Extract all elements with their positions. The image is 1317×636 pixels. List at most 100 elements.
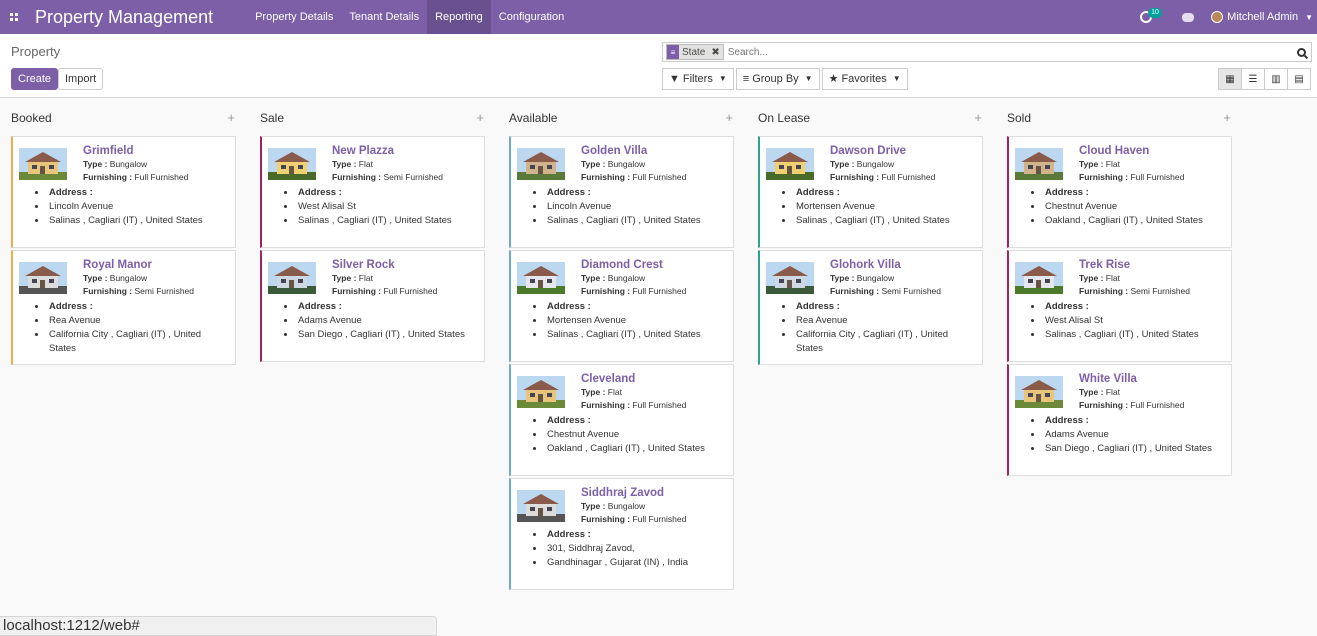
- list-view-icon[interactable]: ☰: [1241, 68, 1265, 90]
- property-card[interactable]: New Plazza Type : Flat Furnishing : Semi F…: [260, 136, 485, 248]
- property-card[interactable]: Siddhraj Zavod Type : Bungalow Furnishing …: [509, 478, 734, 590]
- quick-create-plus-icon[interactable]: +: [476, 110, 484, 125]
- group-by-button[interactable]: ≡ Group By ▼: [735, 68, 820, 90]
- property-name[interactable]: Cleveland: [581, 372, 727, 386]
- type-label: Type :: [830, 273, 855, 283]
- address-line: Adams Avenue: [296, 314, 478, 328]
- furnishing-label: Furnishing :: [830, 172, 880, 182]
- property-image: [268, 148, 316, 180]
- property-name[interactable]: Dawson Drive: [830, 144, 976, 158]
- address-line: Rea Avenue: [794, 314, 976, 328]
- property-name[interactable]: Golden Villa: [581, 144, 727, 158]
- type-value: Flat: [607, 387, 622, 397]
- address-line: Oakland , Cagliari (IT) , United States: [1043, 214, 1225, 228]
- create-button[interactable]: Create: [11, 68, 59, 90]
- type-label: Type :: [1079, 159, 1104, 169]
- property-name[interactable]: Silver Rock: [332, 258, 478, 272]
- kanban-column: Sale + New Plazza Type : Flat Furnishing : S…: [249, 99, 498, 592]
- address-label: Address :: [545, 528, 727, 542]
- property-card[interactable]: Cleveland Type : Flat Furnishing : Full Fu…: [509, 364, 734, 476]
- address-label: Address :: [296, 186, 478, 200]
- address-line: Salinas , Cagliari (IT) , United States: [545, 328, 727, 342]
- property-image: [766, 148, 814, 180]
- search-input[interactable]: [727, 46, 1293, 58]
- user-name: Mitchell Admin: [1227, 11, 1299, 23]
- property-card[interactable]: Grimfield Type : Bungalow Furnishing : Ful…: [11, 136, 236, 248]
- import-button[interactable]: Import: [58, 68, 104, 90]
- property-card[interactable]: Silver Rock Type : Flat Furnishing : Full …: [260, 250, 485, 362]
- app-title[interactable]: Property Management: [35, 7, 213, 28]
- facet-remove-icon[interactable]: ✖: [708, 47, 722, 58]
- kanban-view-icon[interactable]: ▦: [1218, 68, 1242, 90]
- property-name[interactable]: New Plazza: [332, 144, 478, 158]
- address-line: Salinas , Cagliari (IT) , United States: [296, 214, 478, 228]
- property-card[interactable]: White Villa Type : Flat Furnishing : Full …: [1007, 364, 1232, 476]
- property-type: Type : Bungalow: [83, 158, 229, 171]
- chat-icon[interactable]: [1182, 12, 1195, 22]
- address-line: San Diego , Cagliari (IT) , United State…: [1043, 442, 1225, 456]
- property-card[interactable]: Diamond Crest Type : Bungalow Furnishing :…: [509, 250, 734, 362]
- furnishing-label: Furnishing :: [1079, 286, 1129, 296]
- furnishing-value: Full Furnished: [632, 514, 687, 524]
- address-line: Adams Avenue: [1043, 428, 1225, 442]
- property-name[interactable]: Cloud Haven: [1079, 144, 1225, 158]
- address-line: Mortensen Avenue: [545, 314, 727, 328]
- furnishing-label: Furnishing :: [581, 400, 631, 410]
- filters-button[interactable]: ▼ Filters ▼: [662, 68, 734, 90]
- list-icon: ≡: [742, 73, 750, 85]
- property-name[interactable]: Royal Manor: [83, 258, 229, 272]
- furnishing-label: Furnishing :: [332, 286, 382, 296]
- type-value: Flat: [358, 273, 373, 283]
- property-card[interactable]: Cloud Haven Type : Flat Furnishing : Full …: [1007, 136, 1232, 248]
- menu-configuration[interactable]: Configuration: [491, 0, 572, 34]
- furnishing-value: Semi Furnished: [881, 286, 942, 296]
- address-label: Address :: [794, 186, 976, 200]
- caret-down-icon: ▼: [804, 74, 813, 83]
- type-label: Type :: [830, 159, 855, 169]
- property-name[interactable]: Siddhraj Zavod: [581, 486, 727, 500]
- property-furnishing: Furnishing : Full Furnished: [332, 285, 478, 298]
- furnishing-label: Furnishing :: [83, 172, 133, 182]
- furnishing-value: Full Furnished: [383, 286, 438, 296]
- property-type: Type : Flat: [332, 158, 478, 171]
- property-card[interactable]: Royal Manor Type : Bungalow Furnishing : S…: [11, 250, 236, 365]
- column-title: Sale: [260, 110, 285, 125]
- property-type: Type : Bungalow: [581, 272, 727, 285]
- activity-clock-icon[interactable]: 10: [1140, 7, 1166, 27]
- property-furnishing: Furnishing : Full Furnished: [83, 171, 229, 184]
- menu-property-details[interactable]: Property Details: [247, 0, 341, 34]
- property-card[interactable]: Glohork Villa Type : Bungalow Furnishing :…: [758, 250, 983, 365]
- property-furnishing: Furnishing : Semi Furnished: [1079, 285, 1225, 298]
- column-header: Sale +: [260, 99, 498, 136]
- address-line: 301, Siddhraj Zavod,: [545, 542, 727, 556]
- menu-tenant-details[interactable]: Tenant Details: [341, 0, 427, 34]
- search-icon[interactable]: [1293, 44, 1309, 60]
- quick-create-plus-icon[interactable]: +: [227, 110, 235, 125]
- quick-create-plus-icon[interactable]: +: [1223, 110, 1231, 125]
- property-name[interactable]: Grimfield: [83, 144, 229, 158]
- property-name[interactable]: Glohork Villa: [830, 258, 976, 272]
- address-list: Address :Mortensen AvenueSalinas , Cagli…: [545, 300, 727, 342]
- property-card[interactable]: Trek Rise Type : Flat Furnishing : Semi Fu…: [1007, 250, 1232, 362]
- avatar: [1211, 11, 1224, 23]
- property-name[interactable]: Diamond Crest: [581, 258, 727, 272]
- quick-create-plus-icon[interactable]: +: [725, 110, 733, 125]
- property-name[interactable]: White Villa: [1079, 372, 1225, 386]
- menu-reporting[interactable]: Reporting: [427, 0, 491, 34]
- property-type: Type : Flat: [1079, 386, 1225, 399]
- property-type: Type : Flat: [332, 272, 478, 285]
- graph-view-icon[interactable]: ▥: [1264, 68, 1288, 90]
- type-value: Flat: [1105, 159, 1120, 169]
- property-card[interactable]: Dawson Drive Type : Bungalow Furnishing : …: [758, 136, 983, 248]
- furnishing-value: Full Furnished: [632, 400, 687, 410]
- property-card[interactable]: Golden Villa Type : Bungalow Furnishing : …: [509, 136, 734, 248]
- quick-create-plus-icon[interactable]: +: [974, 110, 982, 125]
- property-name[interactable]: Trek Rise: [1079, 258, 1225, 272]
- apps-menu-icon[interactable]: [0, 0, 22, 34]
- user-menu[interactable]: Mitchell Admin ▼: [1211, 11, 1313, 23]
- pivot-view-icon[interactable]: ▤: [1287, 68, 1311, 90]
- activity-badge: 10: [1148, 8, 1162, 18]
- favorites-button[interactable]: ★ Favorites ▼: [821, 68, 908, 90]
- caret-down-icon: ▼: [718, 74, 727, 83]
- property-type: Type : Flat: [1079, 272, 1225, 285]
